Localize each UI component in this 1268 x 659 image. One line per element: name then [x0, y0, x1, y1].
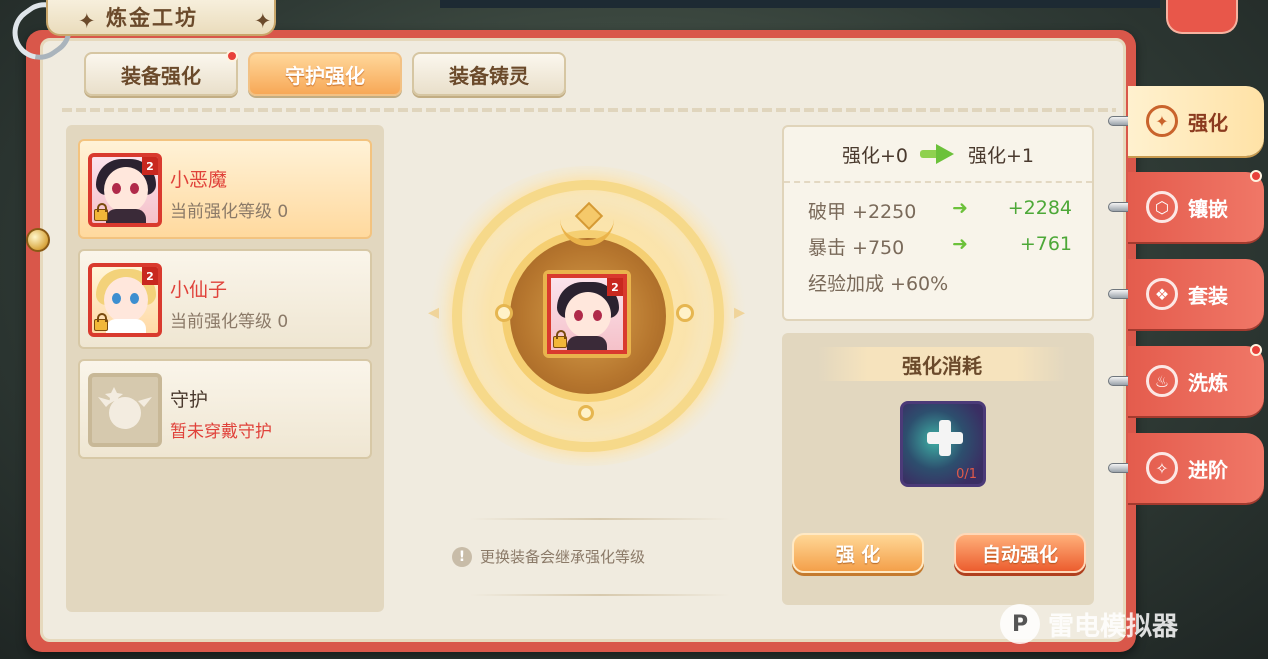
eye-shape [130, 293, 139, 304]
side-tab-label: 套装 [1188, 283, 1228, 308]
guardian-status-text: 暂未穿戴守护 [170, 422, 272, 442]
guardian-name: 守护 [170, 389, 209, 411]
eye-shape [130, 183, 139, 194]
notification-dot [226, 50, 238, 62]
auto-enhance-button[interactable]: 自动强化 [954, 533, 1086, 573]
eye-shape [593, 310, 602, 321]
side-tab-label: 强化 [1188, 110, 1228, 135]
ornament-dot [676, 304, 694, 322]
enhance-level-change: 强化+0 强化+1 [784, 127, 1092, 183]
eye-shape [112, 183, 121, 194]
advance-icon: ✧ [1146, 452, 1178, 484]
window-title: 炼金工坊 [106, 6, 198, 30]
guardian-silhouette-icon [98, 387, 152, 429]
eye-shape [574, 310, 583, 321]
window-title-tab: ✦ 炼金工坊 ✦ [46, 0, 276, 36]
next-level: 强化+1 [968, 144, 1035, 167]
ring-icon [26, 228, 50, 252]
emulator-logo-icon: P [1000, 604, 1040, 644]
emulator-watermark: P 雷电模拟器 [1000, 604, 1178, 644]
level-badge: 2 [607, 278, 623, 296]
guardian-name: 小恶魔 [170, 169, 228, 191]
info-icon: ! [452, 546, 472, 567]
refine-icon: ♨ [1146, 365, 1178, 397]
body-shape [106, 319, 146, 333]
arrow-right-icon [920, 144, 956, 164]
tab-equipment-enhance[interactable]: 装备强化 [84, 52, 238, 96]
notification-dot [1250, 344, 1262, 356]
level-badge: 2 [142, 157, 158, 175]
level-badge: 2 [142, 267, 158, 285]
material-count: 0/1 [956, 467, 977, 482]
side-tab-label: 进阶 [1188, 457, 1228, 482]
face-shape [565, 292, 611, 338]
stat-row: 破甲 +2250 ➜ +2284 [808, 197, 1072, 224]
divider [62, 108, 1116, 112]
notification-dot [1250, 170, 1262, 182]
stat-current: 破甲 +2250 [808, 201, 917, 223]
tab-equipment-forge[interactable]: 装备铸灵 [412, 52, 566, 96]
guardian-avatar: 2 [88, 263, 162, 337]
current-level: 强化+0 [841, 144, 908, 167]
guardian-level-text: 当前强化等级 0 [170, 312, 289, 332]
stat-new: +761 [1019, 233, 1072, 255]
menu-corner-button[interactable] [1166, 0, 1238, 34]
side-tab-label: 镶嵌 [1188, 196, 1228, 221]
eye-shape [112, 293, 121, 304]
guardian-avatar: 2 [88, 153, 162, 227]
side-tab-refine[interactable]: ♨ 洗炼 [1128, 346, 1264, 416]
side-tab-enhance[interactable]: ✦ 强化 [1128, 86, 1264, 156]
arrow-right-icon: ➜ [952, 197, 968, 219]
lock-icon [94, 313, 108, 331]
inlay-icon: ⬡ [1146, 191, 1178, 223]
ornament-dot [578, 405, 594, 421]
tab-label: 装备铸灵 [449, 63, 529, 88]
chevron-right-icon: ▸ [734, 300, 746, 325]
cost-title: 强化消耗 [818, 347, 1066, 381]
lock-icon [94, 203, 108, 221]
side-tab-set[interactable]: ❖ 套装 [1128, 259, 1264, 329]
guardian-item-empty[interactable]: 守护 暂未穿戴守护 [78, 359, 372, 459]
star-icon: ✦ [254, 9, 274, 33]
guardian-item-fairy[interactable]: 2 小仙子 当前强化等级 0 [78, 249, 372, 349]
guardian-placeholder-icon [88, 373, 162, 447]
side-tab-advance[interactable]: ✧ 进阶 [1128, 433, 1264, 503]
set-icon: ❖ [1146, 278, 1178, 310]
tab-label: 装备强化 [121, 63, 201, 88]
stat-row: 经验加成 +60% [808, 269, 1072, 296]
plus-icon [927, 420, 963, 456]
material-slot[interactable]: 0/1 [900, 401, 986, 487]
stat-current: 经验加成 +60% [808, 273, 949, 295]
hint-text: 更换装备会继承强化等级 [480, 548, 646, 566]
guardian-name: 小仙子 [170, 279, 228, 301]
cost-panel: 强化消耗 0/1 强 化 自动强化 [782, 333, 1094, 605]
guardian-list: 2 小恶魔 当前强化等级 0 2 小仙子 当前强化等级 0 守护 暂未穿戴守护 [66, 125, 384, 612]
guardian-item-imp[interactable]: 2 小恶魔 当前强化等级 0 [78, 139, 372, 239]
selected-guardian-avatar[interactable]: 2 [547, 274, 627, 354]
stat-row: 暴击 +750 ➜ +761 [808, 233, 1072, 260]
stat-new: +2284 [1007, 197, 1072, 219]
star-icon: ✦ [78, 9, 98, 33]
watermark-text: 雷电模拟器 [1048, 611, 1179, 642]
lock-icon [553, 330, 567, 348]
side-tab-label: 洗炼 [1188, 370, 1228, 395]
guardian-level-text: 当前强化等级 0 [170, 202, 289, 222]
enhance-button[interactable]: 强 化 [792, 533, 924, 573]
divider [470, 518, 730, 520]
body-shape [567, 336, 607, 350]
enhance-icon: ✦ [1146, 105, 1178, 137]
ornament-dot [495, 304, 513, 322]
stat-current: 暴击 +750 [808, 237, 905, 259]
body-shape [106, 209, 146, 223]
divider [470, 594, 730, 596]
tab-guardian-enhance[interactable]: 守护强化 [248, 52, 402, 96]
side-tab-inlay[interactable]: ⬡ 镶嵌 [1128, 172, 1264, 242]
stats-panel: 强化+0 强化+1 破甲 +2250 ➜ +2284 暴击 +750 ➜ +76… [782, 125, 1094, 321]
tab-label: 守护强化 [285, 63, 365, 88]
arrow-right-icon: ➜ [952, 233, 968, 255]
top-status-bar [440, 0, 1160, 8]
inherit-hint: ! 更换装备会继承强化等级 [452, 546, 645, 567]
chevron-left-icon: ◂ [428, 300, 440, 325]
